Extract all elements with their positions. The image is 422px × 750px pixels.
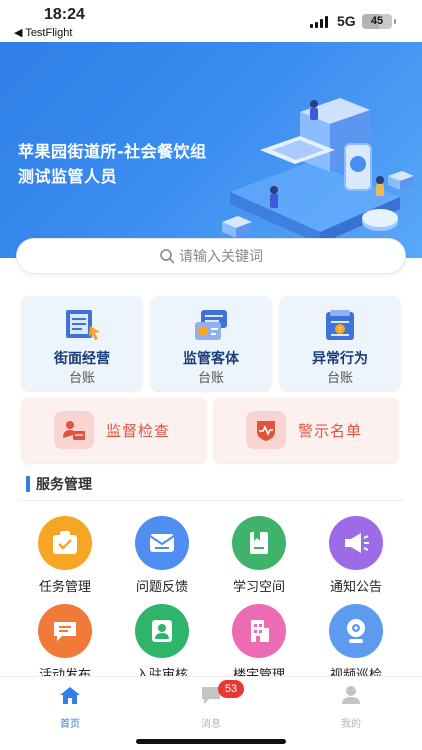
ledger-subtitle: 台账	[326, 371, 353, 386]
ledger-title: 街面经营	[54, 351, 110, 367]
search-placeholder: 请输入关键词	[179, 249, 263, 265]
status-bar: 18:24 ◀ TestFlight 5G 45	[0, 0, 422, 42]
home-indicator	[136, 739, 286, 744]
supervised-entity-icon	[195, 310, 227, 340]
warning-list-label: 警示名单	[298, 422, 363, 440]
org-name: 苹果园街道所-社会餐饮组	[18, 142, 207, 161]
back-to-testflight-link[interactable]: ◀ TestFlight	[14, 26, 72, 39]
svg-text:?: ?	[338, 326, 342, 334]
task-icon	[38, 516, 92, 570]
ledger-title: 异常行为	[312, 351, 368, 367]
tab-messages[interactable]: 53 消息	[176, 680, 246, 730]
tab-profile[interactable]: 我的	[316, 685, 386, 730]
section-divider	[18, 500, 404, 501]
supervised-entity-ledger-card[interactable]: 监管客体 台账	[151, 296, 271, 390]
inspection-label: 监督检查	[106, 422, 171, 440]
cellular-signal-icon	[310, 16, 328, 28]
inspection-icon	[54, 411, 94, 449]
tab-label: 首页	[60, 719, 80, 730]
section-title: 服务管理	[36, 477, 92, 493]
review-icon	[135, 604, 189, 658]
battery-icon: 45	[362, 14, 396, 29]
home-icon	[60, 687, 80, 704]
ledger-title: 监管客体	[183, 351, 239, 367]
service-label: 学习空间	[232, 580, 285, 595]
tab-label: 消息	[201, 719, 221, 730]
service-feedback[interactable]: 问题反馈	[117, 516, 207, 595]
search-icon	[160, 249, 175, 264]
megaphone-icon	[329, 516, 383, 570]
warning-list-icon	[246, 411, 286, 449]
camera-icon	[329, 604, 383, 658]
ledger-subtitle: 台账	[68, 371, 95, 386]
book-icon	[232, 516, 286, 570]
smart-city-illustration	[222, 98, 414, 244]
service-management-header: 服务管理	[26, 474, 92, 494]
warning-list-card[interactable]: 警示名单	[214, 398, 398, 462]
activity-icon	[38, 604, 92, 658]
service-label: 任务管理	[38, 580, 91, 595]
service-label: 通知公告	[329, 580, 382, 595]
service-learning-space[interactable]: 学习空间	[214, 516, 304, 595]
service-label: 问题反馈	[135, 580, 188, 595]
service-notice[interactable]: 通知公告	[311, 516, 401, 595]
hero-banner: 苹果园街道所-社会餐饮组 测试监管人员	[0, 42, 422, 258]
abnormal-behavior-icon: ?	[326, 310, 354, 340]
network-type: 5G	[337, 13, 356, 29]
tab-home[interactable]: 首页	[35, 685, 105, 730]
inspection-card[interactable]: 监督检查	[22, 398, 206, 462]
message-count-badge: 53	[218, 680, 244, 698]
abnormal-behavior-ledger-card[interactable]: ? 异常行为 台账	[280, 296, 400, 390]
service-activity-publish[interactable]: 活动发布	[20, 604, 110, 683]
service-settle-review[interactable]: 入驻审核	[117, 604, 207, 683]
status-time: 18:24	[44, 6, 85, 23]
search-bar[interactable]: 请输入关键词	[16, 238, 406, 274]
service-building-management[interactable]: 楼宇管理	[214, 604, 304, 683]
feedback-icon	[135, 516, 189, 570]
service-video-patrol[interactable]: 视频巡检	[311, 604, 401, 683]
tab-label: 我的	[341, 719, 361, 730]
user-role: 测试监管人员	[18, 167, 118, 186]
service-task-management[interactable]: 任务管理	[20, 516, 110, 595]
street-business-icon	[66, 310, 100, 340]
building-icon	[232, 604, 286, 658]
street-business-ledger-card[interactable]: 街面经营 台账	[22, 296, 142, 390]
section-accent-bar	[26, 476, 30, 492]
ledger-subtitle: 台账	[197, 371, 224, 386]
profile-icon	[342, 686, 360, 704]
